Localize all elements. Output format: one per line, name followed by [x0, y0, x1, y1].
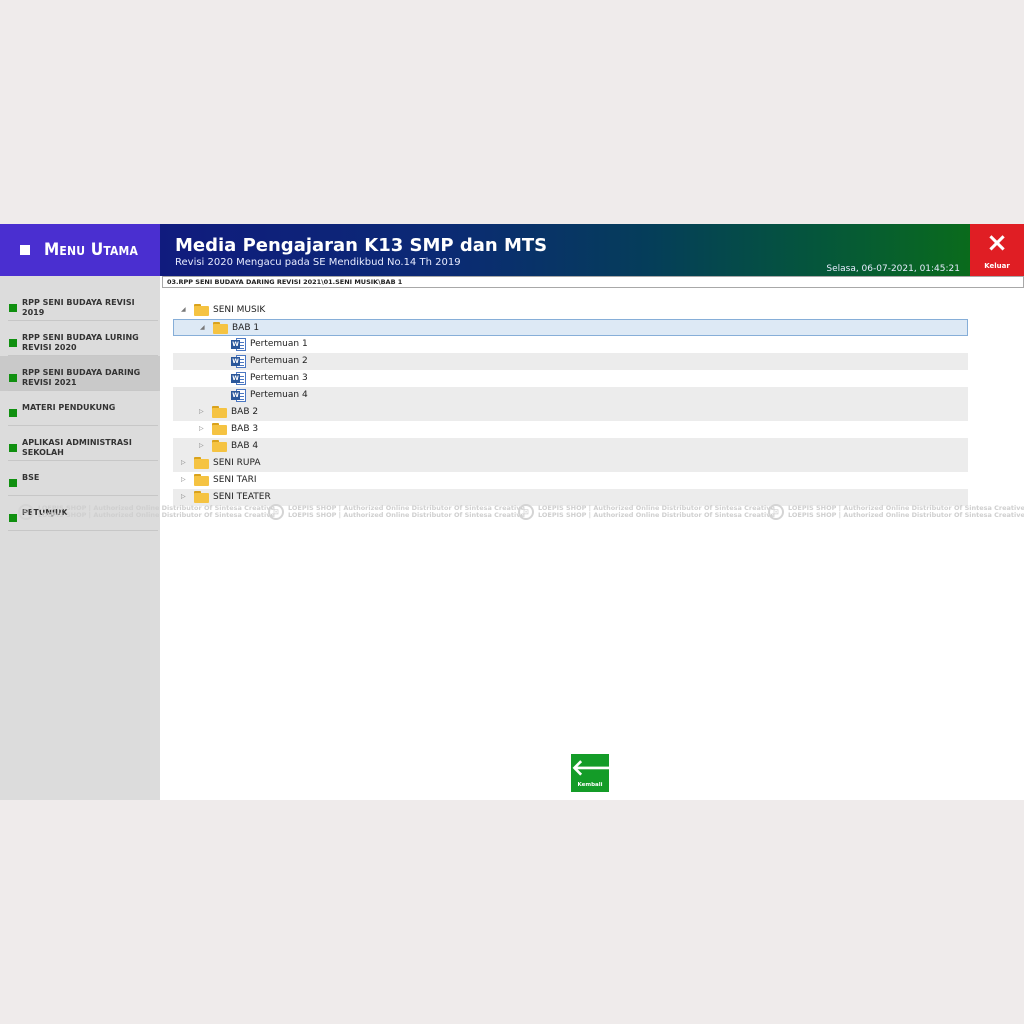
- app-subtitle: Revisi 2020 Mengacu pada SE Mendikbud No…: [175, 257, 461, 268]
- collapsed-arrow-icon[interactable]: ▷: [181, 493, 186, 501]
- tree-node-label: BAB 1: [232, 323, 260, 333]
- folder-icon: [194, 491, 209, 503]
- tree-node-bab-4[interactable]: ▷ BAB 4: [173, 438, 968, 455]
- folder-icon: [194, 474, 209, 486]
- sidebar-item-rpp-daring-2021[interactable]: RPP SENI BUDAYA DARING REVISI 2021: [0, 356, 160, 391]
- collapsed-arrow-icon[interactable]: ▷: [181, 459, 186, 467]
- sidebar-item-materi-pendukung[interactable]: MATERI PENDUKUNG: [0, 391, 160, 426]
- tree-node-label: BAB 4: [231, 441, 259, 451]
- back-label: Kembali: [577, 782, 603, 788]
- main-menu-label: Menu Utama: [44, 240, 139, 260]
- path-breadcrumb: 03.RPP SENI BUDAYA DARING REVISI 2021\01…: [162, 276, 1024, 288]
- collapsed-arrow-icon[interactable]: ▷: [181, 476, 186, 484]
- word-document-icon: W: [231, 372, 246, 385]
- bullet-square-icon: [9, 339, 17, 347]
- tree-node-bab-1[interactable]: ◢ BAB 1: [173, 319, 968, 336]
- close-icon: ×: [986, 228, 1008, 258]
- collapsed-arrow-icon[interactable]: ▷: [199, 425, 204, 433]
- tree-node-label: BAB 2: [231, 407, 259, 417]
- sidebar-item-label: RPP SENI BUDAYA DARING REVISI 2021: [22, 368, 141, 387]
- tree-node-label: SENI TARI: [213, 475, 257, 485]
- sidebar-item-label: RPP SENI BUDAYA LURING REVISI 2020: [22, 333, 139, 352]
- sidebar-item-label: BSE: [22, 473, 40, 482]
- tree-node-pertemuan-4[interactable]: W Pertemuan 4: [173, 387, 968, 404]
- collapsed-arrow-icon[interactable]: ▷: [199, 408, 204, 416]
- expanded-arrow-icon[interactable]: ◢: [181, 306, 186, 314]
- tree-node-bab-3[interactable]: ▷ BAB 3: [173, 421, 968, 438]
- main-menu-header[interactable]: Menu Utama: [0, 224, 160, 276]
- tree-node-label: SENI TEATER: [213, 492, 271, 502]
- folder-icon: [194, 304, 209, 316]
- sidebar-item-label: MATERI PENDUKUNG: [22, 403, 116, 412]
- word-document-icon: W: [231, 355, 246, 368]
- tree-node-label: Pertemuan 4: [250, 390, 308, 400]
- tree-node-bab-2[interactable]: ▷ BAB 2: [173, 404, 968, 421]
- datetime-display: Selasa, 06-07-2021, 01:45:21: [826, 264, 960, 274]
- sidebar-item-rpp-revisi-2019[interactable]: RPP SENI BUDAYA REVISI 2019: [0, 286, 160, 321]
- tree-node-label: BAB 3: [231, 424, 259, 434]
- watermark-logo-icon: ⊡: [268, 504, 284, 520]
- tree-node-seni-rupa[interactable]: ▷ SENI RUPA: [173, 455, 968, 472]
- sidebar-item-label: APLIKASI ADMINISTRASI SEKOLAH: [22, 438, 132, 457]
- tree-node-seni-musik[interactable]: ◢ SENI MUSIK: [173, 302, 968, 319]
- bullet-square-icon: [9, 374, 17, 382]
- watermark-text: LOEPIS SHOP | Authorized Online Distribu…: [538, 511, 775, 519]
- folder-icon: [212, 423, 227, 435]
- exit-label: Keluar: [984, 262, 1010, 270]
- collapsed-arrow-icon[interactable]: ▷: [199, 442, 204, 450]
- watermark-text: LOEPIS SHOP | Authorized Online Distribu…: [38, 511, 275, 519]
- exit-button[interactable]: × Keluar: [970, 224, 1024, 276]
- folder-icon: [194, 457, 209, 469]
- watermark-logo-icon: ⊡: [768, 504, 784, 520]
- tree-node-seni-tari[interactable]: ▷ SENI TARI: [173, 472, 968, 489]
- tree-node-pertemuan-1[interactable]: W Pertemuan 1: [173, 336, 968, 353]
- sidebar-item-aplikasi-administrasi[interactable]: APLIKASI ADMINISTRASI SEKOLAH: [0, 426, 160, 461]
- word-document-icon: W: [231, 338, 246, 351]
- watermark-text: LOEPIS SHOP | Authorized Online Distribu…: [288, 511, 525, 519]
- divider: [8, 530, 158, 531]
- bullet-square-icon: [9, 444, 17, 452]
- expanded-arrow-icon[interactable]: ◢: [200, 324, 205, 332]
- watermark-logo-icon: ⊡: [18, 504, 34, 520]
- tree-node-label: SENI RUPA: [213, 458, 261, 468]
- bullet-square-icon: [9, 409, 17, 417]
- watermark-logo-icon: ⊡: [518, 504, 534, 520]
- tree-node-label: Pertemuan 3: [250, 373, 308, 383]
- app-window: Menu Utama Media Pengajaran K13 SMP dan …: [0, 224, 1024, 800]
- folder-icon: [212, 406, 227, 418]
- tree-node-pertemuan-2[interactable]: W Pertemuan 2: [173, 353, 968, 370]
- sidebar-item-label: RPP SENI BUDAYA REVISI 2019: [22, 298, 135, 317]
- title-banner: Media Pengajaran K13 SMP dan MTS Revisi …: [160, 224, 970, 276]
- folder-icon: [212, 440, 227, 452]
- app-title: Media Pengajaran K13 SMP dan MTS: [175, 235, 548, 256]
- watermark-text: LOEPIS SHOP | Authorized Online Distribu…: [788, 511, 1024, 519]
- word-document-icon: W: [231, 389, 246, 402]
- sidebar-item-rpp-luring-2020[interactable]: RPP SENI BUDAYA LURING REVISI 2020: [0, 321, 160, 356]
- arrow-left-icon: 🡐: [571, 756, 630, 781]
- folder-icon: [213, 322, 228, 334]
- bullet-square-icon: [9, 479, 17, 487]
- tree-node-pertemuan-3[interactable]: W Pertemuan 3: [173, 370, 968, 387]
- menu-square-icon: [20, 245, 30, 255]
- tree-node-label: Pertemuan 1: [250, 339, 308, 349]
- tree-node-label: SENI MUSIK: [213, 305, 266, 315]
- sidebar: RPP SENI BUDAYA REVISI 2019 RPP SENI BUD…: [0, 276, 160, 800]
- tree-node-label: Pertemuan 2: [250, 356, 308, 366]
- back-button[interactable]: 🡐 Kembali: [571, 754, 630, 792]
- bullet-square-icon: [9, 304, 17, 312]
- bullet-square-icon: [9, 514, 17, 522]
- sidebar-item-bse[interactable]: BSE: [0, 461, 160, 496]
